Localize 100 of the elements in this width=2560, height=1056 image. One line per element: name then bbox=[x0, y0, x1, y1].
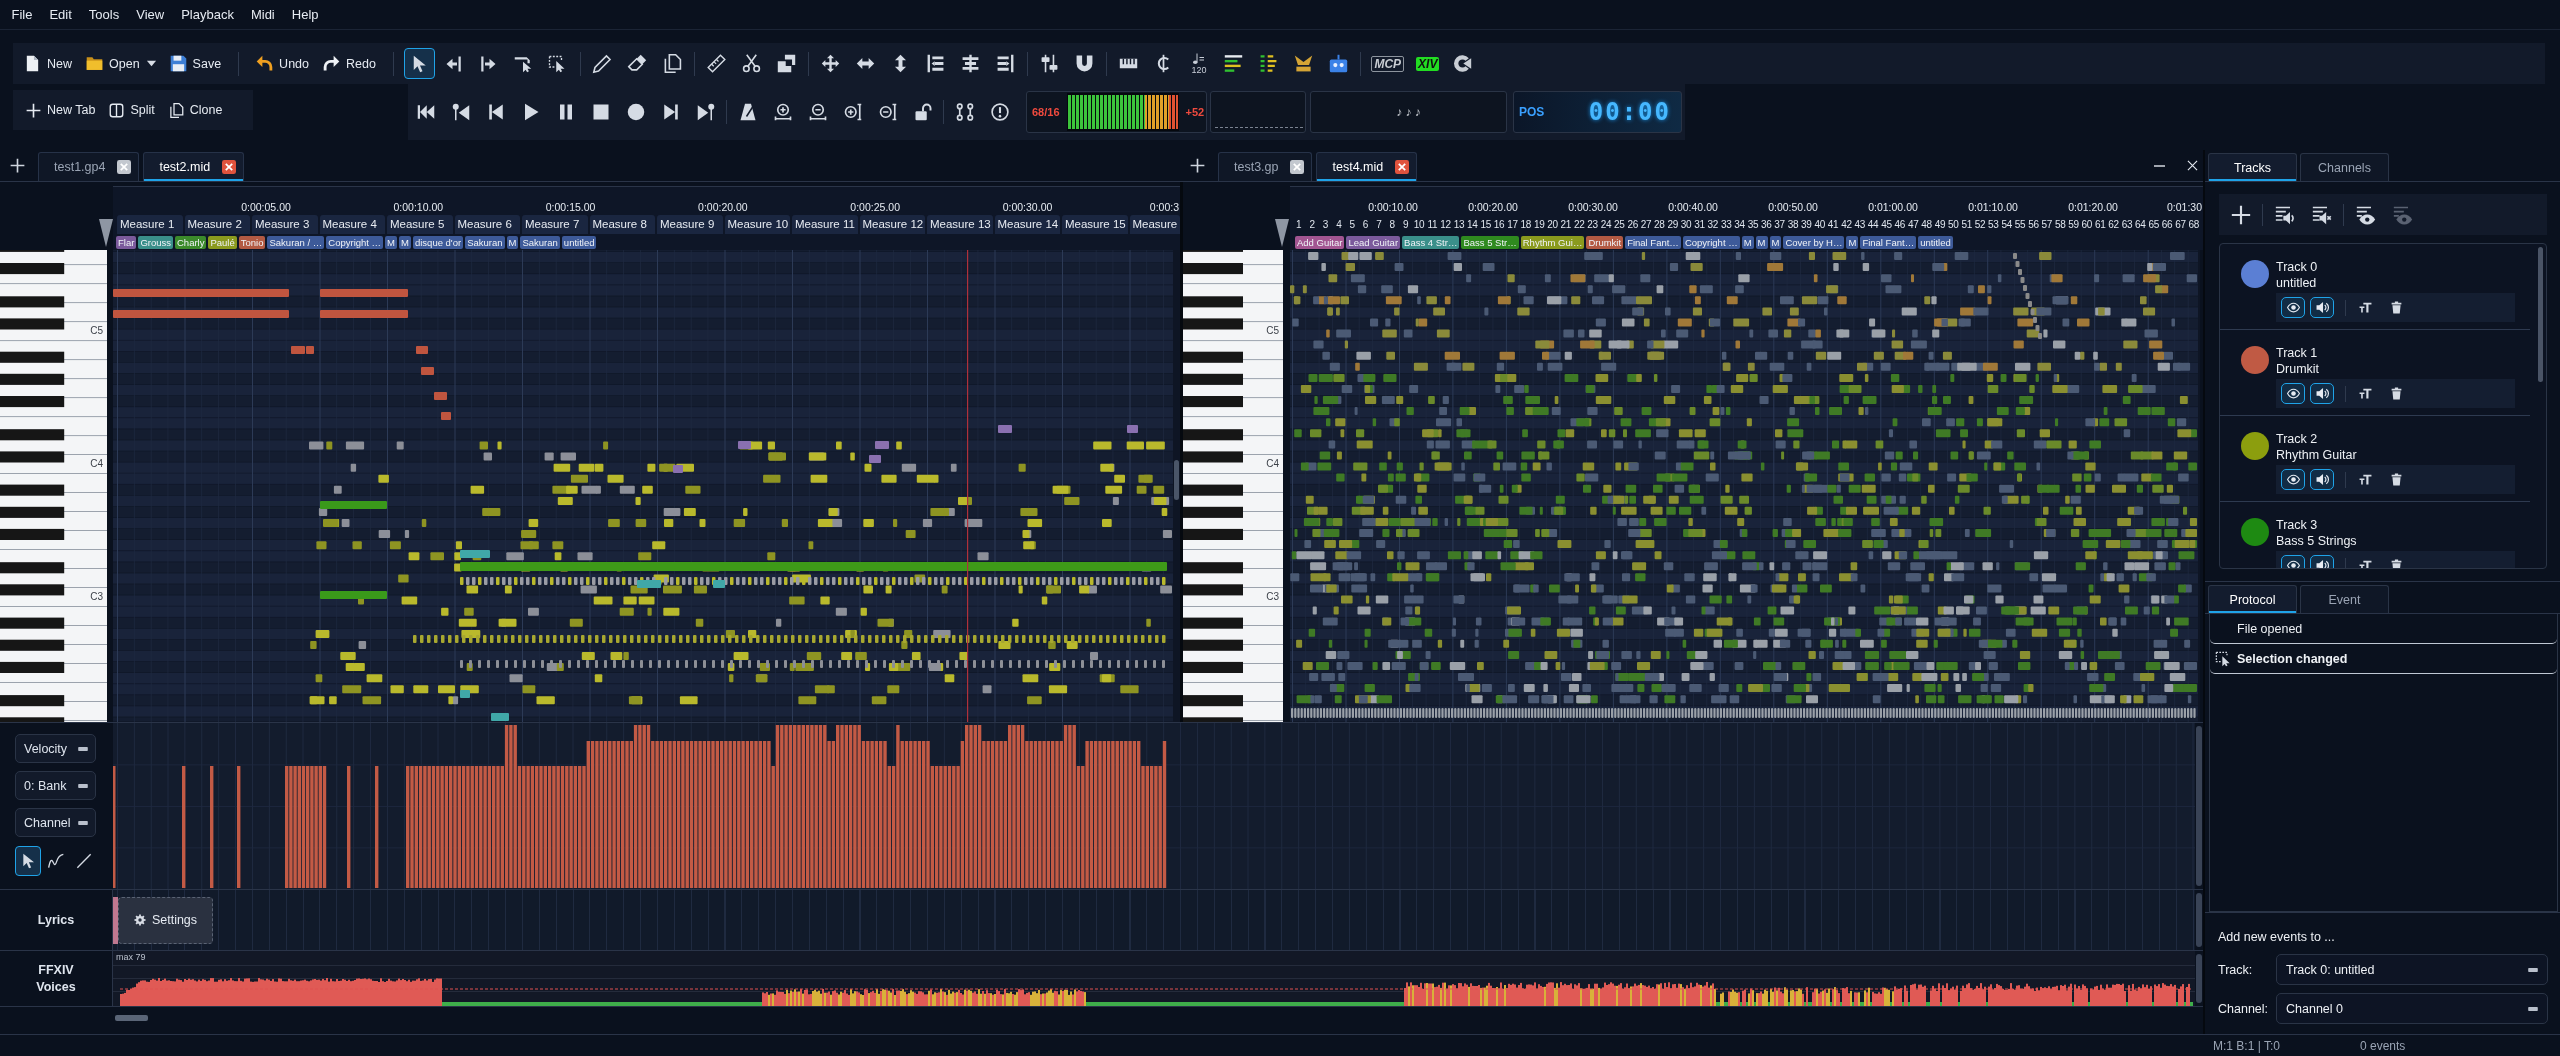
panel-tab[interactable]: Protocol bbox=[2208, 585, 2297, 613]
copy-icon[interactable] bbox=[663, 54, 683, 73]
step-back-icon[interactable] bbox=[486, 103, 505, 121]
list-speaker-icon[interactable] bbox=[2274, 204, 2295, 225]
emblem-icon[interactable] bbox=[1294, 54, 1314, 73]
menu-item[interactable]: Playback bbox=[172, 5, 243, 24]
dropdown-field[interactable]: Channel 0 bbox=[2276, 993, 2548, 1024]
trash-icon[interactable] bbox=[2390, 301, 2403, 314]
tempo-button[interactable]: 120 bbox=[1187, 52, 1210, 75]
close-icon[interactable] bbox=[2187, 160, 2198, 171]
text-size-icon[interactable] bbox=[2359, 387, 2372, 400]
menu-item[interactable]: Help bbox=[283, 5, 327, 24]
tool-button[interactable] bbox=[15, 846, 41, 876]
branch-icon[interactable] bbox=[955, 103, 974, 121]
minimize-icon[interactable] bbox=[2154, 164, 2165, 167]
magnet-icon[interactable] bbox=[1075, 54, 1095, 73]
colored-dashes-icon[interactable] bbox=[1259, 54, 1279, 73]
menu-item[interactable]: File bbox=[3, 5, 41, 24]
eraser-icon[interactable] bbox=[628, 54, 648, 73]
c-logo-icon[interactable] bbox=[1453, 54, 1473, 73]
file-tab[interactable]: test4.mid bbox=[1316, 152, 1418, 181]
trash-icon[interactable] bbox=[2390, 387, 2403, 400]
file-tab[interactable]: test2.mid bbox=[143, 152, 245, 181]
new-tab-plus-icon[interactable] bbox=[10, 158, 25, 173]
ruler-icon[interactable] bbox=[707, 54, 727, 73]
menu-item[interactable]: Edit bbox=[40, 5, 81, 24]
skip-to-start-icon[interactable] bbox=[416, 103, 435, 121]
scrollbar-thumb[interactable] bbox=[1174, 460, 1179, 500]
audio-toggle[interactable] bbox=[2310, 297, 2334, 318]
save-button[interactable]: Save bbox=[162, 47, 229, 80]
metronome-icon[interactable] bbox=[738, 103, 757, 121]
plugin-button[interactable]: MCP bbox=[1371, 55, 1405, 72]
lane-dropdown[interactable]: Velocity bbox=[15, 734, 96, 763]
menu-item[interactable]: View bbox=[127, 5, 173, 24]
level-bars-icon[interactable] bbox=[1224, 54, 1244, 73]
visibility-toggle[interactable] bbox=[2281, 469, 2305, 490]
panel-tab[interactable]: Event bbox=[2300, 585, 2389, 613]
marker-back-icon[interactable] bbox=[451, 103, 470, 121]
new-tab-plus-icon[interactable] bbox=[1190, 158, 1205, 173]
plus-icon[interactable] bbox=[2230, 204, 2251, 225]
view-button[interactable]: Split bbox=[102, 94, 162, 126]
scrollbar-thumb[interactable] bbox=[2538, 247, 2543, 382]
track-label: untitled bbox=[1918, 235, 1953, 249]
dropdown-field[interactable]: Track 0: untitled bbox=[2276, 954, 2548, 985]
align-center-icon[interactable] bbox=[961, 54, 981, 73]
scrollbar-thumb[interactable] bbox=[115, 1015, 148, 1021]
tool-button[interactable] bbox=[403, 48, 435, 79]
blocks-icon[interactable] bbox=[777, 54, 797, 73]
menu-item[interactable]: Tools bbox=[80, 5, 128, 24]
view-button[interactable]: New Tab bbox=[19, 94, 103, 126]
view-button[interactable]: Clone bbox=[161, 94, 230, 126]
undo-button[interactable]: Undo bbox=[249, 47, 316, 80]
log-entry[interactable]: Selection changed bbox=[2210, 644, 2557, 674]
lane-dropdown[interactable]: Channel bbox=[15, 808, 96, 837]
text-size-icon[interactable] bbox=[2359, 473, 2372, 486]
settings-button[interactable]: Settings bbox=[118, 896, 213, 944]
new-button[interactable]: New bbox=[17, 47, 79, 80]
scissors-icon[interactable] bbox=[742, 54, 762, 73]
field-label: Channel: bbox=[2218, 1001, 2270, 1016]
move-icon[interactable] bbox=[821, 54, 841, 73]
zoom-out-icon[interactable] bbox=[808, 103, 827, 121]
menu-item[interactable]: Midi bbox=[242, 5, 284, 24]
align-right-icon[interactable] bbox=[996, 54, 1016, 73]
tab-close-icon[interactable] bbox=[222, 160, 237, 174]
align-left-icon[interactable] bbox=[926, 54, 946, 73]
dropdown-caret-icon[interactable] bbox=[145, 58, 157, 69]
trash-icon[interactable] bbox=[2390, 473, 2403, 486]
record-icon[interactable] bbox=[626, 103, 645, 121]
sliders-icon[interactable] bbox=[1040, 54, 1060, 73]
measure-number: 55 bbox=[2013, 218, 2027, 232]
panel-tab[interactable]: Channels bbox=[2300, 153, 2389, 181]
measure-number: 41 bbox=[1826, 218, 1840, 232]
stop-icon[interactable] bbox=[591, 103, 610, 121]
audio-toggle[interactable] bbox=[2310, 383, 2334, 404]
pencil-icon[interactable] bbox=[593, 54, 613, 73]
plugin-button[interactable]: XIV bbox=[1416, 56, 1440, 71]
visibility-toggle[interactable] bbox=[2281, 383, 2305, 404]
step-forward-icon[interactable] bbox=[661, 103, 680, 121]
list-mute-icon[interactable] bbox=[2311, 204, 2332, 225]
zoom-in-icon[interactable] bbox=[843, 103, 862, 121]
audio-toggle[interactable] bbox=[2310, 469, 2334, 490]
zoom-in-icon[interactable] bbox=[773, 103, 792, 121]
list-eye-icon[interactable] bbox=[2355, 204, 2376, 225]
redo-button[interactable]: Redo bbox=[316, 47, 383, 80]
alert-circle-icon[interactable] bbox=[990, 103, 1009, 121]
tab-close-icon[interactable] bbox=[1395, 160, 1410, 174]
robot-icon[interactable] bbox=[1329, 54, 1349, 73]
file-tab[interactable]: test3.gp bbox=[1218, 152, 1313, 181]
panel-tab[interactable]: Tracks bbox=[2208, 153, 2297, 181]
unlocked-padlock-icon[interactable] bbox=[913, 103, 932, 121]
visibility-toggle[interactable] bbox=[2281, 297, 2305, 318]
zoom-out-icon[interactable] bbox=[878, 103, 897, 121]
log-entry[interactable]: File opened bbox=[2210, 614, 2557, 644]
open-button[interactable]: Open bbox=[79, 47, 147, 80]
tab-close-icon[interactable] bbox=[1290, 160, 1305, 174]
text-size-icon[interactable] bbox=[2359, 301, 2372, 314]
lane-dropdown[interactable]: 0: Bank bbox=[15, 771, 96, 800]
file-tab[interactable]: test1.gp4 bbox=[38, 152, 140, 181]
marker-forward-icon[interactable] bbox=[696, 103, 715, 121]
tab-close-icon[interactable] bbox=[117, 160, 132, 174]
